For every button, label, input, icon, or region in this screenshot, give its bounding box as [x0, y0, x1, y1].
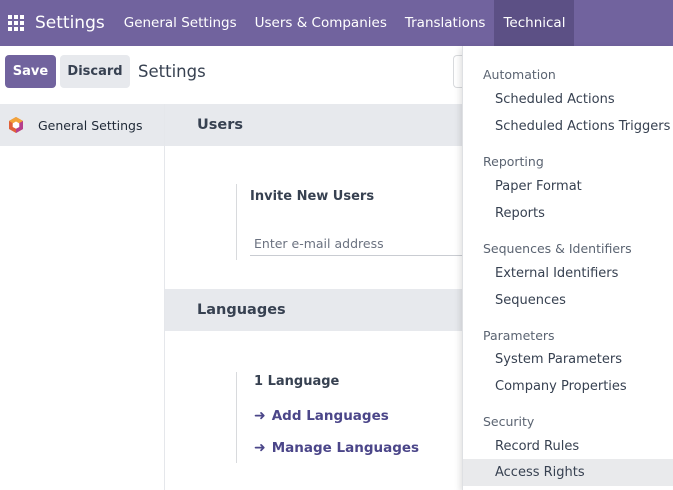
technical-dropdown-menu: Automation Scheduled Actions Scheduled A…: [462, 46, 673, 490]
menu-item-company-properties[interactable]: Company Properties: [463, 373, 673, 400]
menu-item-record-rules[interactable]: Record Rules: [463, 433, 673, 460]
top-navbar: Settings General Settings Users & Compan…: [0, 0, 673, 46]
menu-item-reports[interactable]: Reports: [463, 200, 673, 227]
breadcrumb-title: Settings: [138, 62, 206, 81]
arrow-right-icon: ➜: [254, 408, 266, 424]
general-settings-logo-icon: [9, 117, 23, 133]
menu-item-scheduled-actions[interactable]: Scheduled Actions: [463, 86, 673, 113]
menu-item-scheduled-actions-triggers[interactable]: Scheduled Actions Triggers: [463, 113, 673, 140]
menu-users-companies[interactable]: Users & Companies: [246, 0, 396, 46]
menu-header-reporting: Reporting: [483, 154, 544, 169]
menu-header-sequences-identifiers: Sequences & Identifiers: [483, 241, 632, 256]
sidebar-item-label: General Settings: [38, 117, 143, 133]
manage-languages-label: Manage Languages: [271, 440, 420, 456]
menu-translations[interactable]: Translations: [396, 0, 495, 46]
save-button[interactable]: Save: [5, 55, 56, 88]
menu-header-parameters: Parameters: [483, 328, 555, 343]
menu-general-settings[interactable]: General Settings: [115, 0, 246, 46]
menu-item-access-rights[interactable]: Access Rights: [463, 459, 673, 486]
settings-sidebar: General Settings: [0, 104, 165, 490]
menu-item-external-identifiers[interactable]: External Identifiers: [463, 260, 673, 287]
invite-users-label: Invite New Users: [250, 189, 375, 204]
discard-button[interactable]: Discard: [60, 55, 130, 88]
apps-grid-icon: [8, 15, 24, 31]
language-count: 1 Language: [254, 374, 340, 389]
divider: [236, 372, 237, 463]
menu-item-sequences[interactable]: Sequences: [463, 287, 673, 314]
menu-header-automation: Automation: [483, 67, 556, 82]
arrow-right-icon: ➜: [254, 440, 266, 456]
sidebar-item-general-settings[interactable]: General Settings: [0, 104, 164, 146]
menu-item-system-parameters[interactable]: System Parameters: [463, 346, 673, 373]
add-languages-link[interactable]: ➜ Add Languages: [254, 408, 389, 424]
apps-menu-button[interactable]: [0, 0, 32, 46]
app-brand[interactable]: Settings: [35, 13, 105, 33]
invite-email-input[interactable]: [250, 232, 462, 256]
menu-technical[interactable]: Technical: [494, 0, 575, 46]
menu-item-paper-format[interactable]: Paper Format: [463, 173, 673, 200]
menu-header-security: Security: [483, 414, 535, 429]
add-languages-label: Add Languages: [271, 408, 389, 424]
manage-languages-link[interactable]: ➜ Manage Languages: [254, 440, 419, 456]
divider: [236, 184, 237, 260]
